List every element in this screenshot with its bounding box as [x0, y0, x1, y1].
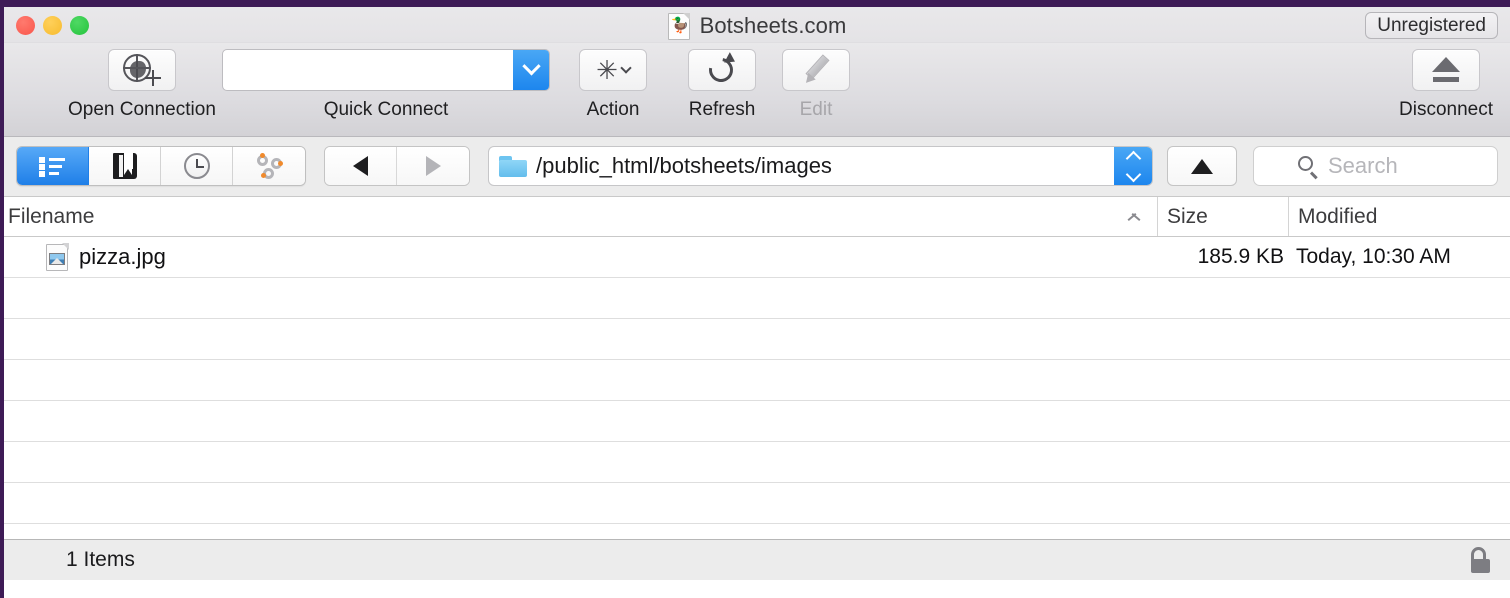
pencil-icon — [801, 54, 831, 87]
bonjour-icon — [255, 153, 283, 179]
unlocked-padlock-icon[interactable] — [1468, 547, 1492, 573]
chevron-down-icon — [1125, 166, 1141, 182]
parent-directory-button[interactable] — [1167, 146, 1237, 186]
unregistered-badge[interactable]: Unregistered — [1365, 12, 1498, 39]
edit-label: Edit — [799, 99, 833, 120]
toolbar-item-disconnect[interactable]: Disconnect — [1399, 49, 1493, 121]
table-row[interactable]: pizza.jpg 185.9 KB Today, 10:30 AM — [4, 237, 1510, 278]
search-input[interactable] — [1328, 153, 1478, 179]
file-modified: Today, 10:30 AM — [1296, 245, 1451, 268]
cyberduck-window: 🦆 Botsheets.com Unregistered Open Connec… — [0, 0, 1510, 598]
duck-document-icon: 🦆 — [667, 12, 690, 40]
action-button[interactable]: ✳ — [579, 49, 647, 91]
open-connection-button[interactable] — [107, 49, 176, 91]
quick-connect-input[interactable] — [223, 50, 513, 90]
empty-row[interactable] — [4, 360, 1510, 401]
list-view-icon — [38, 156, 67, 177]
path-stepper[interactable] — [1114, 147, 1152, 185]
clock-icon — [183, 153, 210, 179]
gear-icon: ✳ — [596, 55, 618, 85]
refresh-icon — [704, 52, 738, 87]
file-size: 185.9 KB — [1197, 245, 1284, 268]
refresh-button[interactable] — [688, 49, 756, 91]
column-header-modified[interactable]: Modified — [1288, 197, 1510, 236]
quick-connect-label: Quick Connect — [323, 99, 449, 120]
column-header-filename[interactable]: Filename — [4, 197, 1127, 236]
toolbar-item-open-connection[interactable]: Open Connection — [68, 49, 216, 121]
empty-row[interactable] — [4, 524, 1510, 539]
titlebar: 🦆 Botsheets.com Unregistered — [4, 7, 1510, 43]
disconnect-button[interactable] — [1412, 49, 1480, 91]
window-title-group: 🦆 Botsheets.com — [4, 11, 1510, 41]
view-mode-connections[interactable] — [233, 147, 305, 185]
quick-connect-combobox[interactable] — [222, 49, 550, 91]
status-bar: 1 Items — [4, 539, 1510, 580]
edit-button[interactable] — [782, 49, 850, 91]
file-name: pizza.jpg — [79, 244, 166, 269]
history-navigation-buttons — [324, 146, 470, 186]
search-icon — [1298, 156, 1318, 179]
empty-row[interactable] — [4, 278, 1510, 319]
navigation-bar: /public_html/botsheets/images — [4, 137, 1510, 197]
empty-row[interactable] — [4, 401, 1510, 442]
empty-row[interactable] — [4, 442, 1510, 483]
arrow-right-icon — [425, 156, 441, 176]
back-button[interactable] — [325, 147, 397, 185]
arrow-up-icon — [1191, 158, 1213, 174]
action-label: Action — [586, 99, 640, 120]
chevron-up-icon — [1125, 150, 1141, 166]
item-count: 1 Items — [66, 548, 135, 571]
desktop-background-strip — [0, 0, 1510, 7]
bookmark-icon — [112, 153, 137, 179]
file-list[interactable]: pizza.jpg 185.9 KB Today, 10:30 AM — [4, 237, 1510, 539]
empty-row[interactable] — [4, 483, 1510, 524]
quick-connect-dropdown-button[interactable] — [513, 50, 549, 90]
refresh-label: Refresh — [688, 99, 756, 120]
search-field[interactable] — [1253, 146, 1498, 186]
file-name-cell: pizza.jpg — [4, 242, 1157, 271]
view-mode-browser[interactable] — [17, 147, 89, 185]
window-title: Botsheets.com — [699, 13, 847, 38]
view-mode-history[interactable] — [161, 147, 233, 185]
toolbar-item-action[interactable]: ✳ Action — [579, 49, 647, 121]
path-combobox[interactable]: /public_html/botsheets/images — [488, 146, 1153, 186]
view-mode-bookmarks[interactable] — [89, 147, 161, 185]
folder-icon — [499, 155, 527, 177]
current-path: /public_html/botsheets/images — [536, 153, 832, 178]
main-toolbar: Open Connection Quick Connect ✳ Action R… — [4, 43, 1510, 137]
chevron-down-icon — [521, 56, 541, 75]
file-list-header: Filename Size Modified — [4, 197, 1510, 237]
view-mode-segmented-control — [16, 146, 306, 186]
column-header-size[interactable]: Size — [1157, 197, 1288, 236]
eject-icon — [1429, 56, 1463, 84]
window-body: 🦆 Botsheets.com Unregistered Open Connec… — [4, 7, 1510, 598]
toolbar-item-edit[interactable]: Edit — [782, 49, 850, 121]
arrow-left-icon — [353, 156, 368, 176]
disconnect-label: Disconnect — [1399, 99, 1493, 120]
empty-row[interactable] — [4, 319, 1510, 360]
chevron-down-icon — [620, 62, 632, 74]
toolbar-item-refresh[interactable]: Refresh — [688, 49, 756, 121]
open-connection-label: Open Connection — [68, 99, 216, 120]
sort-ascending-icon — [1127, 212, 1141, 221]
jpeg-file-icon — [46, 242, 69, 271]
globe-plus-icon — [122, 54, 161, 86]
forward-button[interactable] — [397, 147, 469, 185]
toolbar-item-quick-connect[interactable]: Quick Connect — [222, 49, 550, 121]
